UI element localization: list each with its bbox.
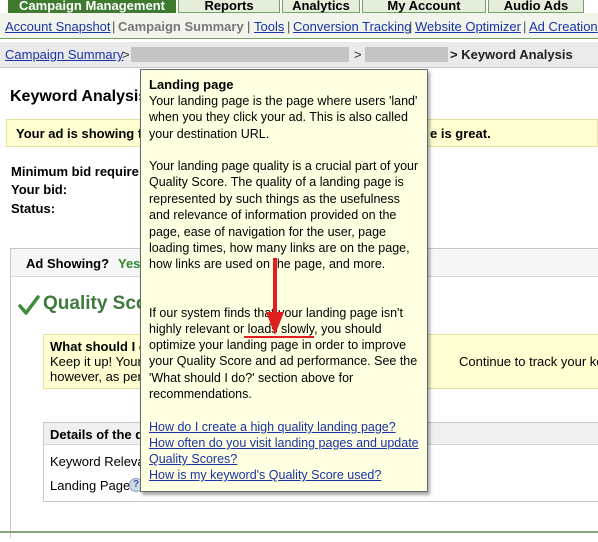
checkmark-icon [18, 295, 40, 315]
subnav-website-optimizer[interactable]: Website Optimizer [415, 19, 521, 34]
annotation-arrow-icon [266, 258, 284, 335]
link-visit-frequency-cont[interactable]: Quality Scores? [149, 451, 237, 467]
subnav-campaign-summary[interactable]: Campaign Summary [118, 19, 244, 34]
tooltip-paragraph-quality: Your landing page quality is a crucial p… [149, 159, 419, 272]
subnav-account-snapshot[interactable]: Account Snapshot [5, 19, 111, 34]
min-bid-label: Minimum bid require [11, 164, 139, 179]
tooltip-paragraph-recommendation-1: If our system finds that your landing pa… [149, 306, 403, 320]
keyword-relevance-label: Keyword Relevan [50, 454, 152, 469]
breadcrumb-redacted-campaign[interactable] [131, 47, 349, 62]
tooltip-paragraph-recommendation-2: highly relevant or loads slowly, you sho… [149, 322, 382, 336]
subnav-separator: | [112, 19, 116, 34]
your-bid-label: Your bid: [11, 182, 68, 197]
tab-analytics[interactable]: Analytics [282, 0, 360, 13]
what-should-i-do-title: What should I c [50, 339, 147, 354]
breadcrumb: Campaign Summary > > > Keyword Analysis [0, 42, 598, 68]
link-create-quality-landing-page[interactable]: How do I create a high quality landing p… [149, 419, 396, 435]
tab-my-account[interactable]: My Account [362, 0, 486, 13]
footer-divider [0, 531, 598, 533]
tab-audio-ads[interactable]: Audio Ads [488, 0, 584, 13]
quality-score-heading: Quality Sco [43, 293, 148, 314]
breadcrumb-current: > Keyword Analysis [450, 47, 573, 62]
sub-navigation-bg: Account Snapshot | Campaign Summary | To… [0, 13, 598, 38]
tooltip-paragraph-recommendation-3: optimize your landing page in order to i… [149, 338, 418, 402]
link-quality-score-usage[interactable]: How is my keyword's Quality Score used? [149, 467, 381, 483]
subnav-separator: | [523, 19, 527, 34]
breadcrumb-separator: > [122, 47, 130, 62]
what-should-i-do-text: Keep it up! Your [50, 354, 142, 369]
quality-details-title: Details of the q [50, 427, 144, 442]
link-visit-frequency[interactable]: How often do you visit landing pages and… [149, 435, 419, 451]
subnav-tools[interactable]: Tools [254, 19, 284, 34]
tab-campaign-management[interactable]: Campaign Management [8, 0, 176, 13]
what-should-i-do-text-right: Continue to track your keywo [459, 354, 598, 369]
tooltip-paragraph-definition: Your landing page is the page where user… [149, 94, 418, 141]
status-banner-text-end: e is great. [430, 126, 491, 141]
subnav-ad-creation[interactable]: Ad Creation [529, 19, 598, 34]
ad-showing-value: Yes [118, 256, 141, 271]
annotation-underline [244, 336, 314, 338]
status-banner-text: Your ad is showing fo [16, 126, 151, 141]
subnav-separator: | [247, 19, 251, 34]
page-title: Keyword Analysis [10, 88, 148, 105]
breadcrumb-campaign-summary[interactable]: Campaign Summary [5, 47, 124, 62]
subnav-separator: | [409, 19, 413, 34]
breadcrumb-separator: > [354, 47, 362, 62]
status-label: Status: [11, 201, 56, 216]
breadcrumb-redacted-adgroup[interactable] [365, 47, 448, 62]
ad-showing-label: Ad Showing? [26, 256, 110, 271]
sub-navigation: Account Snapshot | Campaign Summary | To… [0, 13, 598, 39]
subnav-separator: | [287, 19, 291, 34]
subnav-conversion-tracking[interactable]: Conversion Tracking [293, 19, 412, 34]
tab-reports[interactable]: Reports [178, 0, 280, 13]
landing-page-label: Landing Page [50, 478, 131, 493]
tooltip-title: Landing page [149, 77, 234, 92]
main-tab-bar: Campaign Management Reports Analytics My… [0, 0, 598, 13]
what-should-i-do-text: however, as perfo [50, 369, 153, 384]
